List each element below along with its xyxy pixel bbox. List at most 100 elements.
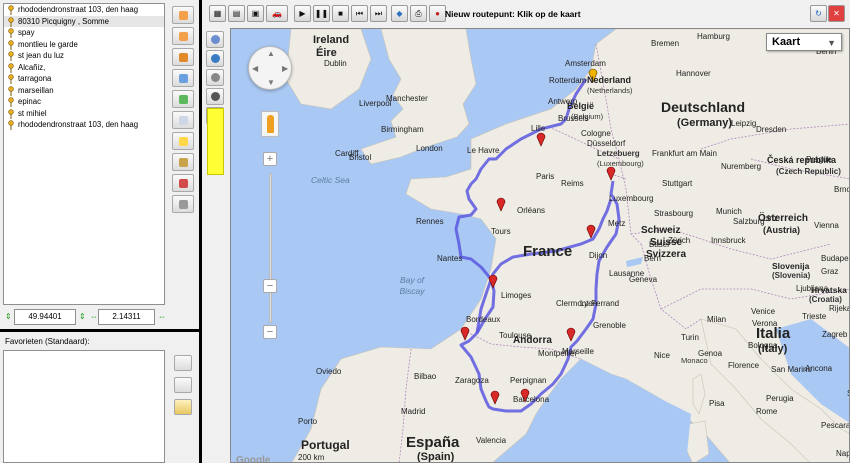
map-view[interactable]: Ireland Éire Nederland (Netherlands) Bel…	[230, 28, 850, 463]
stop-icon[interactable]: ■	[332, 5, 349, 22]
move-down-button[interactable]	[172, 27, 194, 45]
route-list-item[interactable]: rhododendronstraat 103, den haag	[4, 4, 164, 16]
city-label: Milan	[707, 315, 727, 324]
pause-icon[interactable]: ❚❚	[313, 5, 330, 22]
route-list-item[interactable]: epinac	[4, 96, 164, 108]
route-item-label: 80310 Picquigny , Somme	[18, 16, 110, 26]
city-label: Prague	[806, 155, 832, 164]
country-sub-letzebuerg: (Luxembourg)	[597, 159, 644, 168]
route-item-label: tarragona	[18, 74, 52, 83]
lat-stepper-icon[interactable]: ⇕	[5, 312, 12, 321]
latitude-field[interactable]: 49.94401	[14, 309, 76, 325]
route-list-item[interactable]: marseillan	[4, 85, 164, 97]
favorites-buttons	[174, 355, 192, 421]
route-list-item[interactable]: montlieu le garde	[4, 39, 164, 51]
lat-stepper-icon-right[interactable]: ⇕	[79, 312, 86, 321]
pin-button[interactable]	[172, 153, 194, 171]
city-label: Tours	[491, 227, 511, 236]
city-label: Zürich	[668, 236, 691, 245]
zoom-in-button[interactable]: +	[263, 152, 277, 166]
city-label: Reims	[561, 179, 584, 188]
country-label-letzebuerg: Letzebuerg	[597, 149, 640, 158]
fav-folder-button[interactable]	[174, 399, 192, 415]
city-label: Linz	[763, 214, 778, 223]
document-button[interactable]	[172, 69, 194, 87]
film-icon[interactable]: ▦	[209, 5, 226, 22]
refresh-icon[interactable]: ↻	[810, 5, 827, 22]
map-type-select[interactable]: Kaart ▼	[766, 33, 842, 51]
route-list-item[interactable]: st jean du luz	[4, 50, 164, 62]
puzzle-button[interactable]	[172, 90, 194, 108]
pan-control[interactable]: ▲ ▼ ◀ ▶	[248, 46, 292, 90]
fav-delete-button[interactable]	[174, 377, 192, 393]
route-side-buttons	[172, 6, 194, 216]
favorites-label: Favorieten (Standaard):	[5, 337, 90, 346]
city-label: Toulouse	[499, 331, 532, 340]
next-icon[interactable]: ⏭	[370, 5, 387, 22]
waypoint-icon[interactable]: ◆	[391, 5, 408, 22]
country-label-france: France	[523, 243, 573, 260]
pan-up-icon[interactable]: ▲	[267, 49, 275, 58]
country-label-portugal: Portugal	[301, 438, 350, 452]
favorites-list[interactable]	[3, 350, 165, 463]
tools-button[interactable]	[206, 69, 224, 86]
city-label: Ancona	[805, 364, 833, 373]
fav-edit-button[interactable]	[174, 355, 192, 371]
city-label: Porto	[298, 417, 318, 426]
longitude-field[interactable]: 2.14311	[98, 309, 155, 325]
save-icon[interactable]: ▣	[247, 5, 264, 22]
city-label: Orléans	[517, 206, 546, 215]
city-label: Graz	[821, 267, 839, 276]
city-label: Lille	[531, 124, 546, 133]
route-list-item[interactable]: 80310 Picquigny , Somme	[4, 15, 164, 27]
close-icon[interactable]: ✕	[828, 5, 845, 22]
pushpin-icon	[8, 85, 14, 96]
city-label: Zaragoza	[455, 376, 489, 385]
phone-button[interactable]	[206, 88, 224, 105]
print-button[interactable]	[172, 195, 194, 213]
pan-down-icon[interactable]: ▼	[267, 78, 275, 87]
route-list[interactable]: rhododendronstraat 103, den haag 80310 Pi…	[3, 3, 165, 305]
copy-button[interactable]	[172, 111, 194, 129]
lightbulb-button[interactable]	[172, 132, 194, 150]
film-strip-icon[interactable]: ▤	[228, 5, 245, 22]
edit-button[interactable]	[172, 48, 194, 66]
city-label: Stuttgart	[662, 179, 693, 188]
print-map-icon[interactable]: ⎙	[410, 5, 427, 22]
zoom-slider-track[interactable]	[269, 173, 272, 323]
move-up-button[interactable]	[172, 6, 194, 24]
city-label: Luxembourg	[609, 194, 654, 203]
city-label: Basel	[649, 240, 670, 249]
route-list-item[interactable]: rhododendronstraat 103, den haag	[4, 119, 164, 131]
city-label: Perpignan	[510, 376, 547, 385]
pan-right-icon[interactable]: ▶	[282, 64, 288, 73]
coordinates-bar: ⇕ 49.94401 ⇕ ⇔ 2.14311 ⇔	[3, 309, 197, 325]
route-item-label: rhododendronstraat 103, den haag	[18, 120, 139, 129]
city-label: Nice	[654, 351, 671, 360]
route-list-item[interactable]: Alcañiz,	[4, 62, 164, 74]
route-list-item[interactable]: tarragona	[4, 73, 164, 85]
previous-icon[interactable]: ⏮	[351, 5, 368, 22]
country-label-schweiz: Schweiz	[641, 225, 681, 236]
delete-button[interactable]	[172, 174, 194, 192]
route-tool-button[interactable]	[206, 31, 224, 48]
globe-tool-button[interactable]	[206, 50, 224, 67]
lon-stepper-icon[interactable]: ⇔	[90, 312, 98, 321]
play-icon[interactable]: ▶	[294, 5, 311, 22]
car-icon[interactable]: 🚗	[266, 5, 288, 22]
city-label: Paris	[536, 172, 555, 181]
city-label: Innsbruck	[711, 236, 746, 245]
pushpin-icon	[8, 74, 14, 84]
zoom-out-button[interactable]: −	[263, 325, 277, 339]
route-item-label: st jean du luz	[18, 51, 64, 60]
route-list-item[interactable]: st mihiel	[4, 108, 164, 120]
panel-divider	[0, 329, 199, 332]
street-view-icon[interactable]	[261, 111, 279, 137]
route-item-label: rhododendronstraat 103, den haag	[18, 5, 139, 14]
pan-left-icon[interactable]: ◀	[252, 64, 258, 73]
sea-label-celtic: Celtic Sea	[311, 175, 350, 185]
route-list-item[interactable]: spay	[4, 27, 164, 39]
route-item-label: marseillan	[18, 85, 54, 95]
lon-stepper-icon-right[interactable]: ⇔	[158, 312, 166, 321]
map-pin-icon[interactable]: ●	[429, 5, 446, 22]
